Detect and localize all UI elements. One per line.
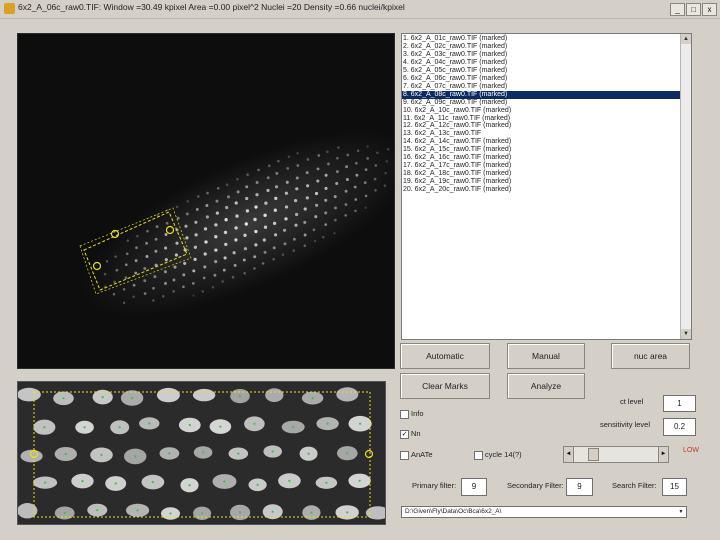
info-label: Info bbox=[411, 409, 424, 418]
file-list-item[interactable]: 15. 6x2_A_15c_raw0.TIF (marked) bbox=[402, 146, 680, 154]
file-list-item[interactable]: 10. 6x2_A_10c_raw0.TIF (marked) bbox=[402, 107, 680, 115]
ct-level-label: ct level bbox=[620, 397, 644, 406]
close-button[interactable]: x bbox=[702, 3, 717, 16]
file-list-item[interactable]: 9. 6x2_A_09c_raw0.TIF (marked) bbox=[402, 99, 680, 107]
nuc-area-button[interactable]: nuc area bbox=[611, 343, 690, 369]
file-list-item[interactable]: 2. 6x2_A_02c_raw0.TIF (marked) bbox=[402, 43, 680, 51]
scroll-down-icon[interactable]: ▼ bbox=[681, 329, 691, 339]
file-list-item[interactable]: 18. 6x2_A_18c_raw0.TIF (marked) bbox=[402, 170, 680, 178]
sensitivity-label: sensitivity level bbox=[600, 420, 651, 429]
file-list[interactable]: 1. 6x2_A_01c_raw0.TIF (marked) 2. 6x2_A_0… bbox=[401, 33, 692, 340]
file-list-item[interactable]: 20. 6x2_A_20c_raw0.TIF (marked) bbox=[402, 186, 680, 194]
file-list-item[interactable]: 4. 6x2_A_04c_raw0.TIF (marked) bbox=[402, 59, 680, 67]
zoomed-region-view[interactable] bbox=[17, 381, 386, 525]
file-list-item[interactable]: 3. 6x2_A_03c_raw0.TIF (marked) bbox=[402, 51, 680, 59]
data-path-select[interactable]: D:\Given\Fly\Data\Oc\Bca\6x2_A\ ▼ bbox=[401, 506, 687, 518]
file-list-item[interactable]: 8. 6x2_A_08c_raw0.TIF (marked) bbox=[402, 90, 680, 99]
embryo-image-view[interactable] bbox=[17, 33, 395, 369]
list-scrollbar[interactable]: ▲ ▼ bbox=[680, 34, 691, 339]
secondary-filter-label: Secondary Filter: bbox=[507, 481, 564, 490]
search-filter-input[interactable]: 15 bbox=[662, 478, 687, 496]
zoomed-nuclei bbox=[18, 387, 385, 521]
file-list-item[interactable]: 13. 6x2_A_13c_raw0.TIF bbox=[402, 130, 680, 138]
maximize-button[interactable]: □ bbox=[686, 3, 701, 16]
nn-label: Nn bbox=[411, 429, 421, 438]
nn-checkbox[interactable]: ✓ bbox=[400, 430, 409, 439]
slider-right-icon[interactable]: ► bbox=[658, 447, 668, 462]
file-list-item[interactable]: 17. 6x2_A_17c_raw0.TIF (marked) bbox=[402, 162, 680, 170]
scroll-up-icon[interactable]: ▲ bbox=[681, 34, 691, 44]
manual-button[interactable]: Manual bbox=[507, 343, 585, 369]
dropdown-icon[interactable]: ▼ bbox=[677, 507, 685, 517]
primary-filter-label: Primary filter: bbox=[412, 481, 457, 490]
search-filter-label: Search Filter: bbox=[612, 481, 657, 490]
cycle-label: cycle 14(?) bbox=[485, 450, 522, 459]
clear-marks-button[interactable]: Clear Marks bbox=[400, 373, 490, 399]
secondary-filter-input[interactable]: 9 bbox=[566, 478, 593, 496]
zoomed-image bbox=[18, 387, 385, 521]
file-list-item[interactable]: 5. 6x2_A_05c_raw0.TIF (marked) bbox=[402, 67, 680, 75]
right-handle[interactable] bbox=[364, 449, 374, 459]
slider-left-icon[interactable]: ◄ bbox=[564, 447, 574, 462]
primary-filter-input[interactable]: 9 bbox=[461, 478, 487, 496]
cycle-checkbox[interactable] bbox=[474, 451, 483, 460]
file-list-item[interactable]: 19. 6x2_A_19c_raw0.TIF (marked) bbox=[402, 178, 680, 186]
automatic-button[interactable]: Automatic bbox=[400, 343, 490, 369]
title-bar: 6x2_A_06c_raw0.TIF: Window =30.49 kpixel… bbox=[0, 0, 720, 19]
ct-level-input[interactable]: 1 bbox=[663, 395, 696, 412]
application-window: 6x2_A_06c_raw0.TIF: Window =30.49 kpixel… bbox=[0, 0, 720, 540]
analyze-te-checkbox[interactable] bbox=[400, 451, 409, 460]
data-path-value: D:\Given\Fly\Data\Oc\Bca\6x2_A\ bbox=[405, 508, 502, 515]
low-label: LOW bbox=[683, 447, 699, 454]
app-icon bbox=[4, 3, 15, 14]
sensitivity-slider[interactable]: ◄ ► bbox=[563, 446, 669, 463]
window-title: 6x2_A_06c_raw0.TIF: Window =30.49 kpixel… bbox=[18, 2, 405, 12]
minimize-button[interactable]: _ bbox=[670, 3, 685, 16]
analyze-button[interactable]: Analyze bbox=[507, 373, 585, 399]
sensitivity-input[interactable]: 0.2 bbox=[663, 418, 696, 436]
info-checkbox[interactable] bbox=[400, 410, 409, 419]
file-list-item[interactable]: 12. 6x2_A_12c_raw0.TIF (marked) bbox=[402, 122, 680, 130]
file-list-item[interactable]: 14. 6x2_A_14c_raw0.TIF (marked) bbox=[402, 138, 680, 146]
analyze-te-label: AnATe bbox=[411, 450, 433, 459]
file-list-item[interactable]: 7. 6x2_A_07c_raw0.TIF (marked) bbox=[402, 83, 680, 91]
embryo-image bbox=[79, 131, 394, 317]
slider-thumb[interactable] bbox=[588, 448, 599, 461]
